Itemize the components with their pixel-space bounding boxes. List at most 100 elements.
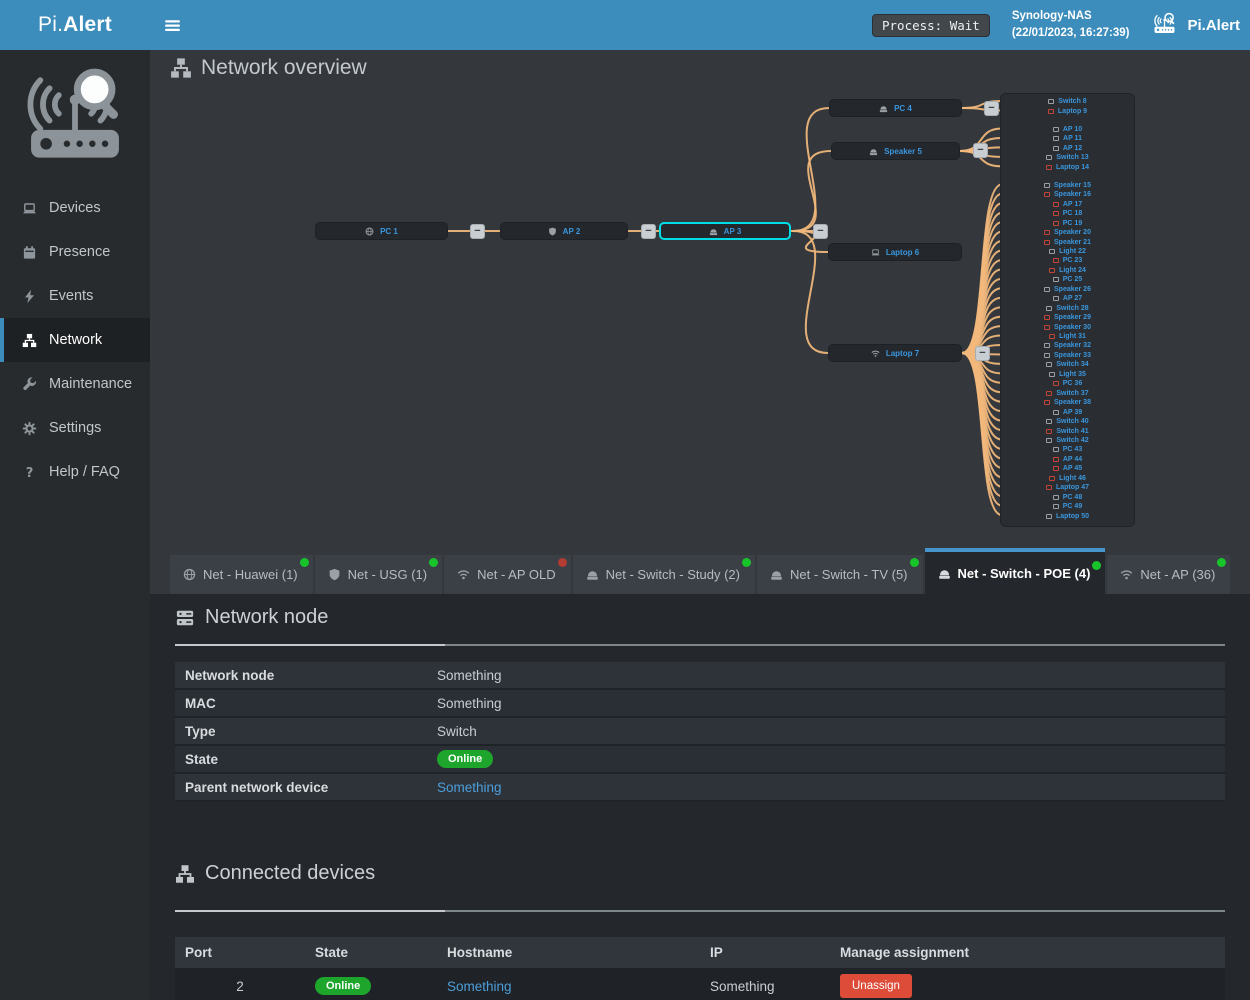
router-scan-icon xyxy=(1151,11,1178,40)
sidebar-item-presence[interactable]: Presence xyxy=(0,230,150,274)
device-name: Speaker 20 xyxy=(1054,229,1091,236)
tab-net-ap-36[interactable]: Net - AP (36) xyxy=(1107,555,1230,594)
device-list-item[interactable]: AP 45 xyxy=(1001,464,1134,473)
device-list-item[interactable]: Light 22 xyxy=(1001,247,1134,256)
sidebar-item-events[interactable]: Events xyxy=(0,274,150,318)
port-cell: 2 xyxy=(175,979,305,994)
device-list-item[interactable]: Laptop 47 xyxy=(1001,483,1134,492)
device-list-item[interactable]: Speaker 16 xyxy=(1001,190,1134,199)
network-node-pc4[interactable]: PC 4 xyxy=(829,99,962,117)
network-node-ap3[interactable]: AP 3 xyxy=(659,222,791,240)
brand-right[interactable]: Pi.Alert xyxy=(1151,11,1240,40)
device-type-icon xyxy=(1046,429,1052,434)
device-list-item[interactable]: PC 25 xyxy=(1001,275,1134,284)
sidebar-item-settings[interactable]: Settings xyxy=(0,406,150,450)
device-list-item[interactable]: Light 24 xyxy=(1001,266,1134,275)
collapse-button[interactable]: − xyxy=(813,224,828,239)
network-node-ap2[interactable]: AP 2 xyxy=(500,222,628,240)
device-list-item[interactable]: Switch 34 xyxy=(1001,360,1134,369)
host-timestamp: (22/01/2023, 16:27:39) xyxy=(1012,25,1130,42)
device-list-item[interactable]: Speaker 33 xyxy=(1001,351,1134,360)
device-list-item[interactable]: Laptop 14 xyxy=(1001,163,1134,172)
sidebar-item-label: Maintenance xyxy=(49,376,132,392)
network-tabs: Net - Huawei (1)Net - USG (1)Net - AP OL… xyxy=(170,548,1232,594)
collapse-button[interactable]: − xyxy=(984,101,999,116)
device-list-item[interactable]: Speaker 38 xyxy=(1001,398,1134,407)
device-list-item[interactable]: Switch 40 xyxy=(1001,417,1134,426)
hub-icon xyxy=(879,104,888,113)
device-list-item[interactable]: Switch 8 xyxy=(1001,97,1134,106)
device-list-item[interactable]: AP 27 xyxy=(1001,294,1134,303)
device-list-item[interactable]: PC 18 xyxy=(1001,209,1134,218)
device-list-item[interactable]: PC 43 xyxy=(1001,445,1134,454)
device-list-item[interactable]: Switch 42 xyxy=(1001,436,1134,445)
device-type-icon xyxy=(1053,146,1059,151)
tab-net-switch-tv-5[interactable]: Net - Switch - TV (5) xyxy=(757,555,923,594)
device-list-item[interactable]: Speaker 30 xyxy=(1001,322,1134,331)
sidebar-item-network[interactable]: Network xyxy=(0,318,150,362)
device-name: Laptop 14 xyxy=(1056,164,1089,171)
device-list-item[interactable]: Speaker 21 xyxy=(1001,237,1134,246)
hamburger-menu-icon[interactable] xyxy=(160,14,184,36)
hostname-link[interactable]: Something xyxy=(447,979,512,994)
device-list-item[interactable]: AP 39 xyxy=(1001,407,1134,416)
tab-net-ap-old[interactable]: Net - AP OLD xyxy=(444,555,571,594)
network-node-lt6[interactable]: Laptop 6 xyxy=(828,243,962,261)
unassign-button[interactable]: Unassign xyxy=(840,974,912,998)
device-list-item[interactable]: AP 10 xyxy=(1001,125,1134,134)
device-list-item[interactable]: AP 12 xyxy=(1001,144,1134,153)
device-list-item[interactable]: Switch 37 xyxy=(1001,389,1134,398)
hub-icon xyxy=(586,568,599,581)
device-list-item[interactable]: Light 31 xyxy=(1001,332,1134,341)
network-node-lt7[interactable]: Laptop 7 xyxy=(828,344,962,362)
table-row: StateOnline xyxy=(175,746,1225,774)
device-list-item[interactable]: AP 11 xyxy=(1001,134,1134,143)
network-node-pc1[interactable]: PC 1 xyxy=(315,222,448,240)
shield-icon xyxy=(328,568,341,581)
device-list-item[interactable]: PC 36 xyxy=(1001,379,1134,388)
sidebar-item-devices[interactable]: Devices xyxy=(0,186,150,230)
topbar-right-cluster: Process: Wait Synology-NAS (22/01/2023, … xyxy=(872,0,1240,50)
device-list-item[interactable]: AP 44 xyxy=(1001,455,1134,464)
device-list-item[interactable]: Switch 28 xyxy=(1001,303,1134,312)
device-list-item[interactable]: Speaker 15 xyxy=(1001,181,1134,190)
device-list-item[interactable]: Laptop 50 xyxy=(1001,511,1134,520)
connected-devices-table: PortStateHostnameIPManage assignment2Onl… xyxy=(175,937,1225,1000)
device-list-item[interactable]: Speaker 32 xyxy=(1001,341,1134,350)
device-list-item[interactable]: Light 35 xyxy=(1001,370,1134,379)
device-type-icon xyxy=(1049,372,1055,377)
row-value: Switch xyxy=(427,724,477,739)
device-name: Speaker 29 xyxy=(1054,314,1091,321)
device-list-item[interactable]: PC 48 xyxy=(1001,492,1134,501)
node-label: PC 4 xyxy=(894,104,912,113)
tab-net-huawei-1[interactable]: Net - Huawei (1) xyxy=(170,555,313,594)
device-list-item[interactable]: PC 23 xyxy=(1001,256,1134,265)
tab-net-switch-study-2[interactable]: Net - Switch - Study (2) xyxy=(573,555,755,594)
device-list-item[interactable]: Speaker 20 xyxy=(1001,228,1134,237)
collapse-button[interactable]: − xyxy=(973,143,988,158)
device-list-item[interactable]: PC 49 xyxy=(1001,502,1134,511)
device-list-item[interactable]: Switch 13 xyxy=(1001,153,1134,162)
status-badge: Online xyxy=(315,977,371,995)
collapse-button[interactable]: − xyxy=(641,224,656,239)
ip-cell: Something xyxy=(700,979,830,994)
collapse-button[interactable]: − xyxy=(470,224,485,239)
network-node-sp5[interactable]: Speaker 5 xyxy=(831,142,960,160)
question-icon: ? xyxy=(22,465,37,480)
device-list-item[interactable]: Light 46 xyxy=(1001,474,1134,483)
device-list-item[interactable]: AP 17 xyxy=(1001,200,1134,209)
tab-net-usg-1[interactable]: Net - USG (1) xyxy=(315,555,442,594)
device-list-item[interactable]: PC 19 xyxy=(1001,218,1134,227)
process-status-badge: Process: Wait xyxy=(872,14,990,37)
section-divider xyxy=(175,644,1225,646)
device-list-item[interactable]: Speaker 26 xyxy=(1001,285,1134,294)
tab-net-switch-poe-4[interactable]: Net - Switch - POE (4) xyxy=(925,548,1106,594)
device-type-icon xyxy=(1046,306,1052,311)
device-list-item[interactable]: Laptop 9 xyxy=(1001,107,1134,116)
sidebar-item-help[interactable]: ?Help / FAQ xyxy=(0,450,150,494)
parent-device-link[interactable]: Something xyxy=(437,780,502,795)
device-list-item[interactable]: Speaker 29 xyxy=(1001,313,1134,322)
collapse-button[interactable]: − xyxy=(975,346,990,361)
sidebar-item-maintenance[interactable]: Maintenance xyxy=(0,362,150,406)
device-list-item[interactable]: Switch 41 xyxy=(1001,426,1134,435)
